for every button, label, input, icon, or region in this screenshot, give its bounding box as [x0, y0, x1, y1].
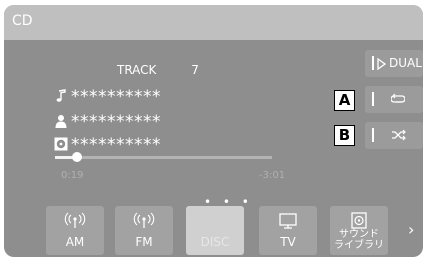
shuffle-button[interactable] — [365, 122, 423, 149]
album-row: ********** — [54, 136, 161, 154]
divider — [372, 92, 374, 106]
source-am-button[interactable]: AM — [46, 206, 104, 255]
song-title: ********** — [71, 87, 161, 107]
shuffle-icon — [392, 129, 406, 141]
audio-screen: CD TRACK 7 ********** ********** *******… — [4, 5, 423, 257]
track-number: 7 — [191, 63, 199, 77]
source-disc-label: DISC — [200, 235, 230, 249]
artist-row: ********** — [54, 113, 161, 131]
source-tv-label: TV — [280, 235, 296, 249]
repeat-button[interactable] — [365, 86, 423, 113]
elapsed-time: 0:19 — [61, 170, 84, 181]
progress-bar[interactable] — [55, 152, 272, 162]
song-title-row: ********** — [54, 88, 161, 106]
callout-a: A — [334, 90, 355, 111]
radio-antenna-icon — [64, 212, 86, 228]
disc-icon — [54, 137, 68, 151]
callout-b: B — [334, 125, 355, 146]
source-sound-library-button[interactable]: サウンド ライブラリ — [330, 206, 388, 255]
tv-icon — [279, 213, 297, 229]
dual-button[interactable]: DUAL — [365, 50, 423, 77]
divider — [372, 56, 374, 70]
music-note-icon — [56, 89, 66, 102]
source-fm-label: FM — [135, 235, 153, 249]
source-sound-library-label: サウンド ライブラリ — [334, 229, 384, 251]
artist-name: ********** — [71, 112, 161, 132]
person-icon — [55, 115, 67, 128]
track-info: TRACK 7 — [117, 63, 199, 77]
title-bar: CD — [4, 5, 423, 40]
source-am-label: AM — [65, 235, 85, 249]
source-fm-button[interactable]: FM — [115, 206, 173, 255]
next-page-arrow-icon[interactable]: › — [408, 220, 414, 239]
repeat-icon — [391, 93, 405, 103]
sound-library-icon — [351, 212, 367, 229]
progress-knob[interactable] — [71, 152, 82, 162]
divider — [372, 128, 374, 142]
source-tv-button[interactable]: TV — [259, 206, 317, 255]
track-label: TRACK — [117, 63, 157, 77]
remaining-time: -3:01 — [259, 170, 286, 181]
source-disc-button[interactable]: DISC — [186, 206, 244, 255]
dual-label: DUAL — [389, 56, 422, 70]
radio-antenna-icon — [133, 212, 155, 228]
screen-title: CD — [12, 13, 33, 29]
play-outline-icon — [377, 58, 386, 70]
album-name: ********** — [71, 135, 161, 155]
